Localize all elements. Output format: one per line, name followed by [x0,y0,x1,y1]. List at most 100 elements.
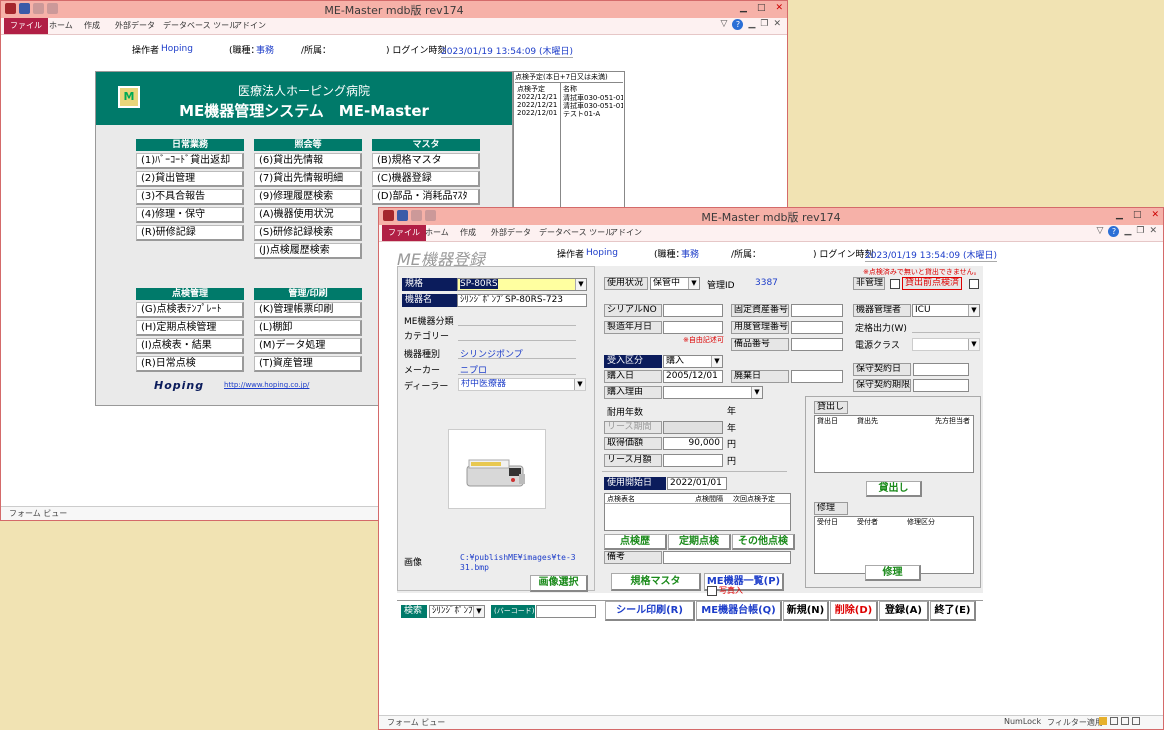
help-icon[interactable]: ? [732,19,744,30]
image-select-button[interactable]: 画像選択 [530,575,588,592]
pre-check-checkbox[interactable] [969,279,979,289]
photo-checkbox[interactable] [707,586,717,596]
menu-device-registration[interactable]: (C)機器登録 [372,171,480,187]
tab-external-data[interactable]: 外部データ [115,20,155,31]
search-combo[interactable]: ｼﾘﾝｼﾞﾎﾟﾝﾌﾟ ▼ [429,605,485,618]
tab-file[interactable]: ファイル [382,225,426,241]
minimize-icon[interactable]: ▁ [1124,226,1131,237]
power-combo[interactable]: ▼ [912,338,980,351]
menu-periodic-inspection[interactable]: (H)定期点検管理 [136,320,244,336]
menu-spec-master[interactable]: (B)規格マスタ [372,153,480,169]
footer-url[interactable]: http://www.hoping.co.jp/ [224,381,309,389]
lease-monthly-field[interactable] [663,454,723,467]
remarks-field[interactable] [663,551,791,564]
admin-combo[interactable]: ICU ▼ [912,304,980,317]
inspection-history-button[interactable]: 点検歴 [604,534,667,550]
maximize-icon[interactable]: □ [1133,210,1142,220]
tab-addin[interactable]: アドイン [234,20,266,31]
supply-no-field[interactable] [791,321,843,334]
tab-file[interactable]: ファイル [4,18,48,34]
design-view-icon[interactable] [1132,717,1140,725]
category-field[interactable] [458,340,576,341]
chevron-down-icon[interactable]: ▼ [711,356,722,367]
help-icon[interactable]: ? [1108,226,1120,237]
repair-button[interactable]: 修理 [865,565,921,581]
chevron-down-icon[interactable]: ▼ [751,387,762,398]
form-view-icon[interactable] [1099,717,1107,725]
menu-device-usage[interactable]: (A)機器使用状況 [254,207,362,223]
spec-master-button[interactable]: 規格マスタ [611,573,701,591]
menu-asset-management[interactable]: (T)資産管理 [254,356,362,372]
start-date-field[interactable]: 2022/01/01 [667,477,727,490]
tab-database-tools[interactable]: データベース ツール [539,227,613,238]
restore-icon[interactable]: ❐ [760,19,768,30]
device-ledger-button[interactable]: ME機器台帳(Q) [696,601,782,621]
collapse-icon[interactable]: ▽ [721,19,728,30]
chevron-down-icon[interactable]: ▼ [968,305,979,316]
tab-database-tools[interactable]: データベース ツール [163,20,237,31]
mfg-field[interactable] [663,321,723,334]
usage-combo[interactable]: 保管中 ▼ [650,277,700,290]
menu-training-record[interactable]: (R)研修記録 [136,225,244,241]
menu-parts-master[interactable]: (D)部品・消耗品ﾏｽﾀ [372,189,480,205]
datasheet-view-icon[interactable] [1110,717,1118,725]
menu-report-print[interactable]: (K)管理帳票印刷 [254,302,362,318]
menu-daily-inspection[interactable]: (R)日常点検 [136,356,244,372]
schedule-name-3[interactable]: テスト01-A [563,109,623,119]
purchase-date-field[interactable]: 2005/12/01 [663,370,723,383]
reason-combo[interactable]: ▼ [663,386,763,399]
other-inspection-button[interactable]: その他点検 [732,534,795,550]
disposal-field[interactable] [791,370,843,383]
collapse-icon[interactable]: ▽ [1097,226,1104,237]
tab-addin[interactable]: アドイン [610,227,642,238]
restore-icon[interactable]: ❐ [1136,226,1144,237]
menu-loan-destination[interactable]: (6)貸出先情報 [254,153,362,169]
chevron-down-icon[interactable]: ▼ [688,278,699,289]
asset-no-field[interactable] [791,304,843,317]
exit-button[interactable]: 終了(E) [930,601,976,621]
chevron-down-icon[interactable]: ▼ [473,606,484,617]
receipt-combo[interactable]: 購入 ▼ [663,355,723,368]
menu-repair-history-search[interactable]: (9)修理履歴検索 [254,189,362,205]
menu-stocktaking[interactable]: (L)棚卸 [254,320,362,336]
new-button[interactable]: 新規(N) [783,601,829,621]
output-field[interactable] [912,332,980,333]
menu-loan-management[interactable]: (2)貸出管理 [136,171,244,187]
menu-data-processing[interactable]: (M)データ処理 [254,338,362,354]
maint-limit-field[interactable] [913,379,969,392]
chevron-down-icon[interactable]: ▼ [574,379,585,390]
schedule-date-3[interactable]: 2022/12/01 [517,109,557,117]
periodic-inspection-button[interactable]: 定期点検 [668,534,731,550]
menu-barcode-loan-return[interactable]: (1)ﾊﾞｰｺｰﾄﾞ貸出返却 [136,153,244,169]
tab-external-data[interactable]: 外部データ [491,227,531,238]
unmanaged-checkbox[interactable] [890,279,900,289]
parts-no-field[interactable] [791,338,843,351]
chevron-down-icon[interactable]: ▼ [968,339,979,350]
tab-home[interactable]: ホーム [49,20,73,31]
barcode-field[interactable] [536,605,596,618]
minimize-icon[interactable]: ▁ [748,19,755,30]
menu-repair-maintenance[interactable]: (4)修理・保守 [136,207,244,223]
chevron-down-icon[interactable]: ▼ [575,279,586,290]
name-field[interactable]: ｼﾘﾝｼﾞﾎﾟﾝﾌﾟSP-80RS-723 [457,294,587,307]
lease-field[interactable] [663,421,723,434]
schedule-date-2[interactable]: 2022/12/21 [517,101,557,109]
dealer-combo[interactable]: 村中医療器 ▼ [458,378,586,391]
loan-button[interactable]: 貸出し [866,481,922,497]
inspection-list[interactable]: 点検表名 点検間隔 次回点検予定 [604,493,791,531]
spec-combo[interactable]: SP-80RS ▼ [457,278,587,291]
schedule-date-1[interactable]: 2022/12/21 [517,93,557,101]
close-icon[interactable]: ✕ [1149,226,1157,237]
delete-button[interactable]: 削除(D) [830,601,878,621]
close-icon[interactable]: ✕ [775,3,783,13]
layout-view-icon[interactable] [1121,717,1129,725]
loan-list[interactable]: 貸出日 貸出先 先方担当者 [814,415,974,473]
tab-create[interactable]: 作成 [84,20,100,31]
serial-field[interactable] [663,304,723,317]
tab-home[interactable]: ホーム [425,227,449,238]
menu-loan-destination-detail[interactable]: (7)貸出先情報明細 [254,171,362,187]
menu-training-search[interactable]: (S)研修記録検索 [254,225,362,241]
tab-create[interactable]: 作成 [460,227,476,238]
menu-inspection-template[interactable]: (G)点検表ﾃﾝﾌﾟﾚｰﾄ [136,302,244,318]
menu-defect-report[interactable]: (3)不具合報告 [136,189,244,205]
